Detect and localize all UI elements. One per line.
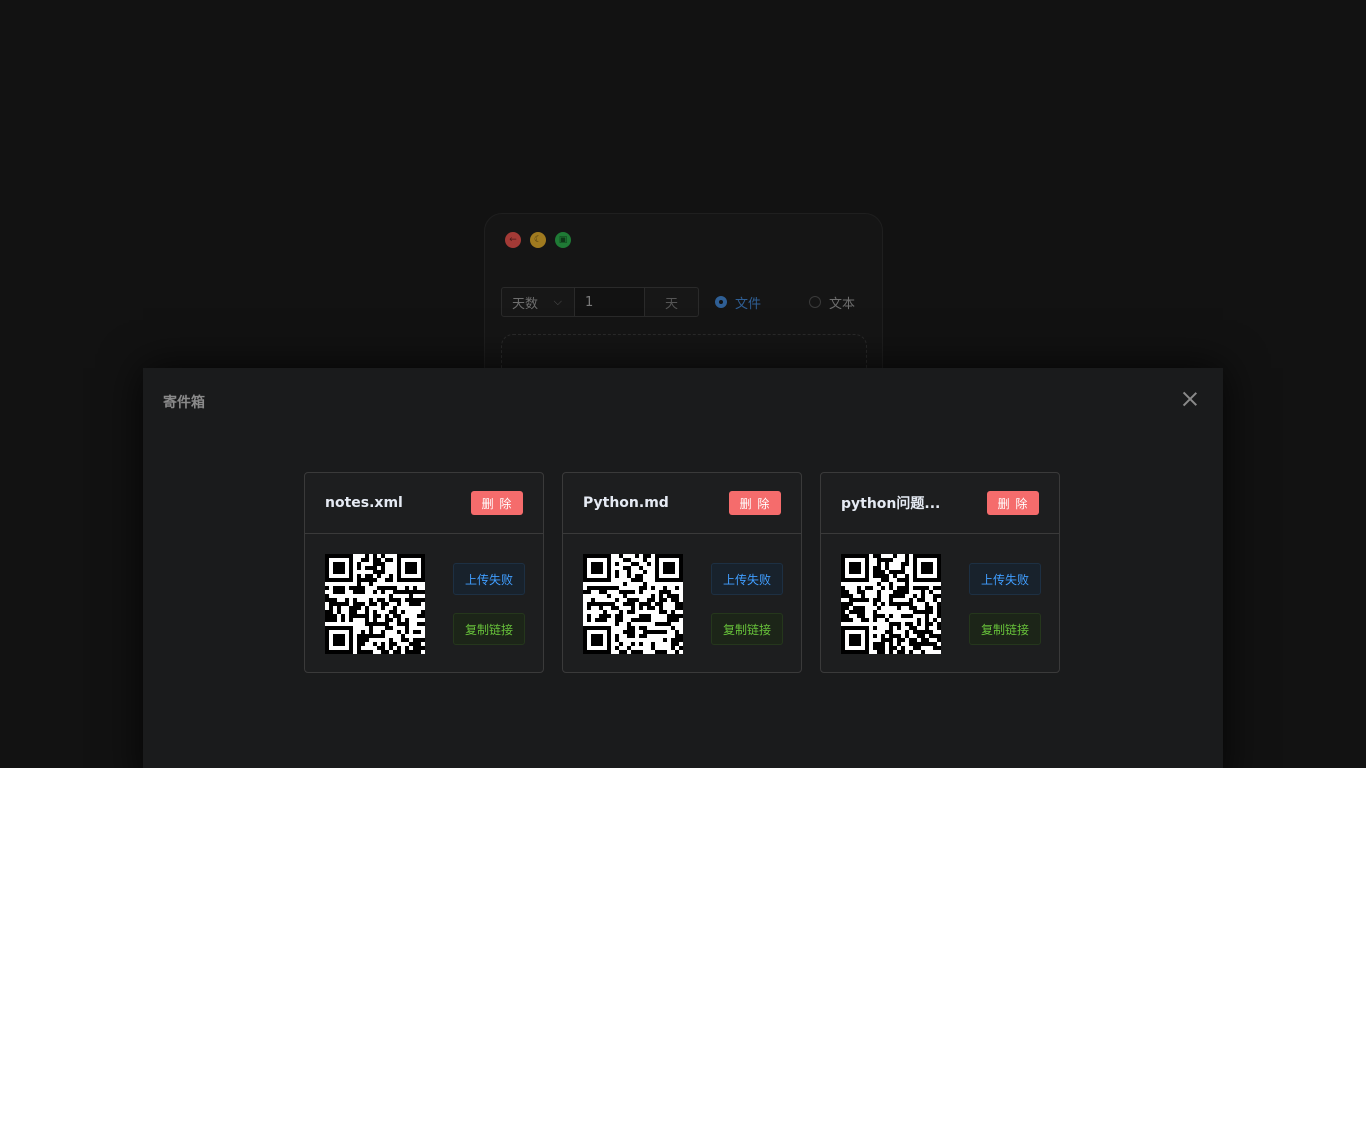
card-body: 上传失败 复制链接 [563,534,801,672]
chevron-down-icon: ⌵ [553,295,562,308]
copy-link-button[interactable]: 复制链接 [969,613,1041,645]
card-header: notes.xml 删 除 [305,473,543,534]
moon-icon[interactable]: ☾ [530,232,546,248]
file-name: python问题... [841,496,941,512]
upload-status-button[interactable]: 上传失败 [453,563,525,595]
expire-controls: 天数 ⌵ 1 天 文件 文本 [501,286,855,318]
expire-unit-label: 天 [645,287,699,317]
expire-type-label: 天数 [512,296,539,312]
radio-text[interactable]: 文本 [809,293,855,312]
file-name: Python.md [583,495,669,511]
delete-button[interactable]: 删 除 [729,491,781,515]
copy-link-button[interactable]: 复制链接 [453,613,525,645]
viewport: ← ☾ ▣ 天数 ⌵ 1 天 文件 文本 寄件箱 notes.xml 删 除 上… [0,0,1366,768]
expire-type-select[interactable]: 天数 ⌵ [501,287,575,317]
radio-text-circle [809,296,822,308]
copy-link-button[interactable]: 复制链接 [711,613,783,645]
file-card: python问题... 删 除 上传失败 复制链接 [820,472,1060,673]
dialog-title: 寄件箱 [163,395,205,411]
radio-file-circle [715,296,727,308]
outbox-icon[interactable]: ▣ [555,232,571,248]
expire-value-input[interactable]: 1 [575,287,645,317]
file-card: Python.md 删 除 上传失败 复制链接 [562,472,802,673]
upload-status-button[interactable]: 上传失败 [711,563,783,595]
back-icon[interactable]: ← [505,232,521,248]
radio-file[interactable]: 文件 [715,293,761,312]
card-body: 上传失败 复制链接 [305,534,543,672]
qr-code [325,554,425,654]
qr-code [841,554,941,654]
radio-file-label: 文件 [735,296,762,312]
upload-status-button[interactable]: 上传失败 [969,563,1041,595]
card-header: Python.md 删 除 [563,473,801,534]
radio-text-label: 文本 [829,296,856,312]
qr-code [583,554,683,654]
delete-button[interactable]: 删 除 [471,491,523,515]
card-body: 上传失败 复制链接 [821,534,1059,672]
outbox-dialog: 寄件箱 notes.xml 删 除 上传失败 复制链接 Python.md 删 … [143,368,1223,768]
file-card: notes.xml 删 除 上传失败 复制链接 [304,472,544,673]
card-header: python问题... 删 除 [821,473,1059,534]
close-icon[interactable] [1181,390,1199,408]
delete-button[interactable]: 删 除 [987,491,1039,515]
file-name: notes.xml [325,495,403,511]
